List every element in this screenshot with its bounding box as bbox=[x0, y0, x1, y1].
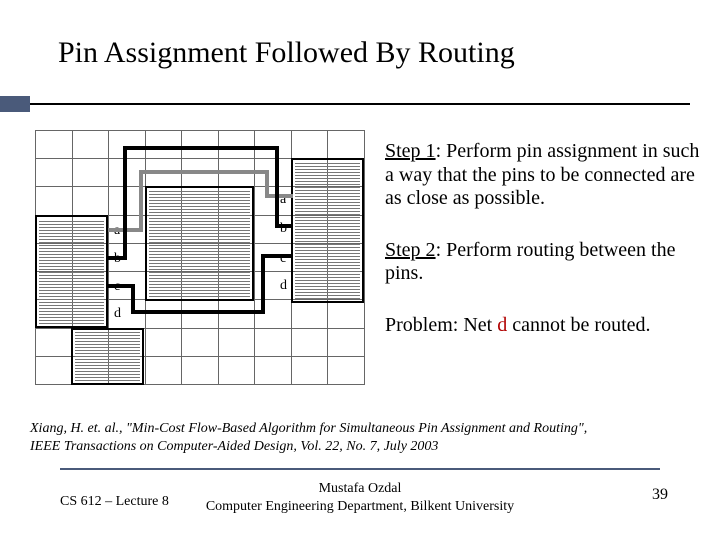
citation-line-1: Xiang, H. et. al., "Min-Cost Flow-Based … bbox=[30, 420, 670, 438]
citation-line-2: IEEE Transactions on Computer-Aided Desi… bbox=[30, 438, 670, 456]
route-c bbox=[261, 254, 293, 258]
slide: Pin Assignment Followed By Routing a b c… bbox=[0, 0, 720, 540]
route-a bbox=[139, 170, 269, 174]
footer-rule bbox=[60, 468, 660, 470]
route-a bbox=[265, 194, 293, 198]
citation: Xiang, H. et. al., "Min-Cost Flow-Based … bbox=[30, 420, 670, 455]
block-right bbox=[291, 158, 364, 303]
block-bottom bbox=[71, 328, 144, 385]
route-c bbox=[261, 254, 265, 314]
step-1-label: Step 1 bbox=[385, 140, 436, 162]
step-1: Step 1: Perform pin assignment in such a… bbox=[385, 140, 700, 211]
route-b bbox=[275, 224, 293, 228]
route-b bbox=[275, 146, 279, 228]
step-2-label: Step 2 bbox=[385, 239, 436, 261]
problem: Problem: Net d cannot be routed. bbox=[385, 314, 700, 338]
block-left bbox=[35, 215, 108, 328]
route-a bbox=[139, 170, 143, 232]
page-number: 39 bbox=[652, 486, 668, 504]
footer-center: Mustafa Ozdal Computer Engineering Depar… bbox=[0, 480, 720, 515]
step-2: Step 2: Perform routing between the pins… bbox=[385, 239, 700, 286]
footer-dept: Computer Engineering Department, Bilkent… bbox=[0, 498, 720, 516]
problem-prefix: Problem: Net bbox=[385, 314, 497, 336]
route-b bbox=[123, 146, 279, 150]
accent-bar bbox=[0, 96, 30, 112]
route-b bbox=[123, 146, 127, 260]
pin-d-right: d bbox=[280, 278, 287, 294]
problem-net: d bbox=[497, 314, 507, 336]
content: Step 1: Perform pin assignment in such a… bbox=[385, 140, 700, 366]
pin-d-left: d bbox=[114, 306, 121, 322]
title-rule bbox=[30, 103, 690, 105]
footer-author: Mustafa Ozdal bbox=[0, 480, 720, 498]
page-title: Pin Assignment Followed By Routing bbox=[58, 36, 515, 70]
problem-suffix: cannot be routed. bbox=[507, 314, 650, 336]
routing-diagram: a b c d a b c d bbox=[35, 130, 365, 385]
block-middle bbox=[145, 186, 254, 301]
route-c bbox=[131, 310, 265, 314]
